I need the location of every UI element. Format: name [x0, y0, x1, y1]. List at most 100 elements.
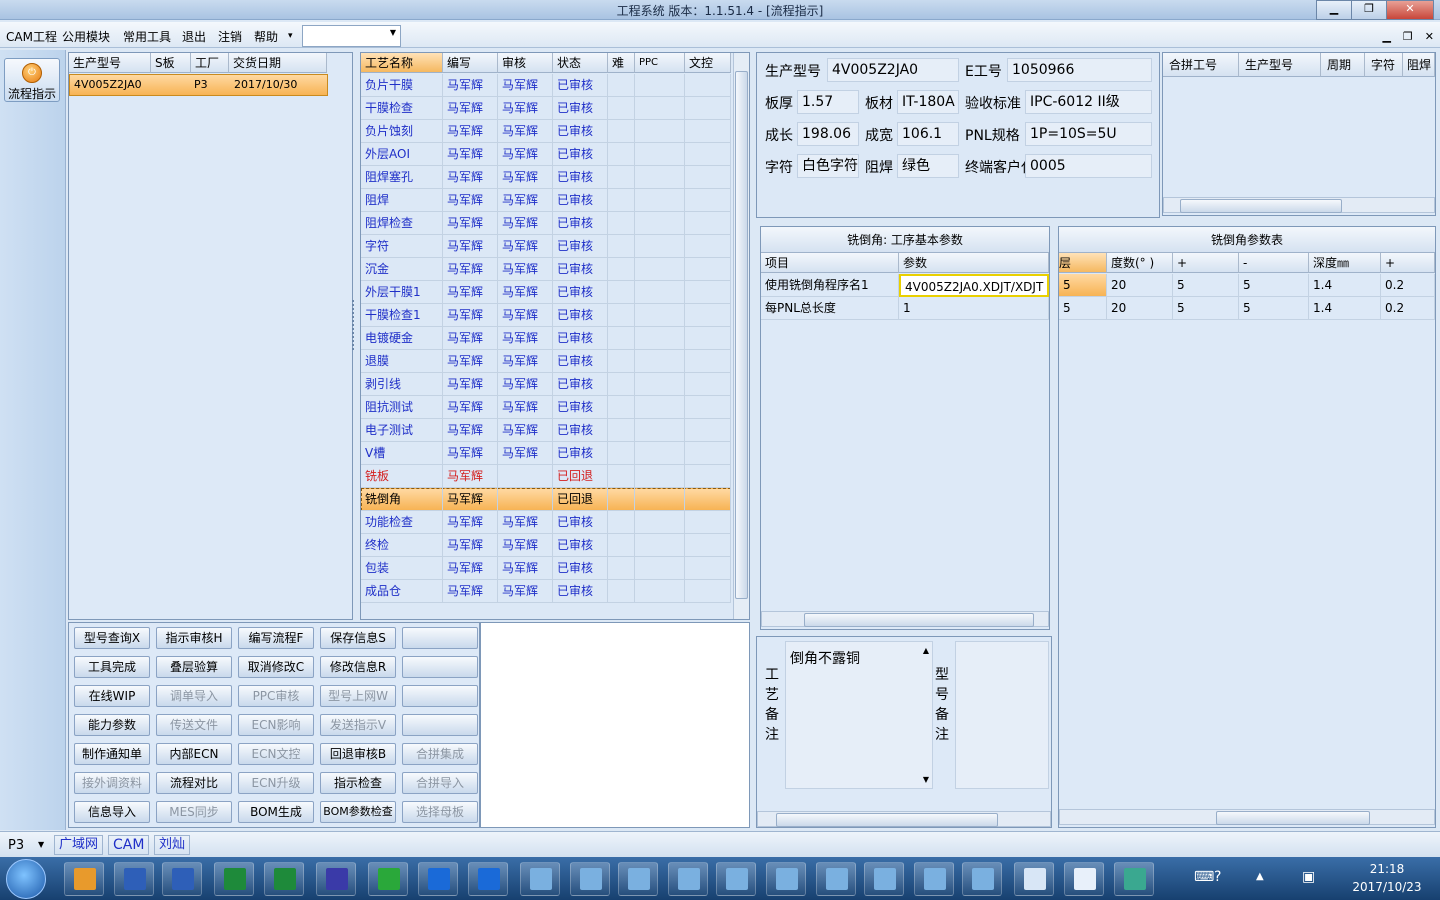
menu-help[interactable]: 帮助	[254, 28, 278, 45]
action-button[interactable]: 指示审核H	[156, 627, 232, 649]
process-cell-status[interactable]: 已审核	[553, 511, 608, 534]
action-button[interactable]: ECN文控	[238, 743, 314, 765]
process-cell-empty[interactable]	[685, 304, 731, 327]
taskbar-button[interactable]	[162, 862, 202, 896]
process-cell-empty[interactable]	[635, 189, 685, 212]
action-button[interactable]: 合拼导入	[402, 772, 478, 794]
process-col-reviewer[interactable]: 审核	[498, 53, 553, 73]
process-cell-writer[interactable]: 马军辉	[443, 580, 498, 603]
process-cell-reviewer[interactable]: 马军辉	[498, 166, 553, 189]
process-cell-empty[interactable]	[635, 511, 685, 534]
process-cell-empty[interactable]	[635, 281, 685, 304]
process-cell-empty[interactable]	[685, 120, 731, 143]
merge-col-cycle[interactable]: 周期	[1321, 53, 1365, 77]
process-cell-writer[interactable]: 马军辉	[443, 212, 498, 235]
process-cell-writer[interactable]: 马军辉	[443, 281, 498, 304]
process-cell-reviewer[interactable]: 马军辉	[498, 97, 553, 120]
process-cell-name[interactable]: 铣板	[361, 465, 443, 488]
process-cell-name[interactable]: 负片干膜	[361, 74, 443, 97]
process-cell-name[interactable]: 阻焊塞孔	[361, 166, 443, 189]
action-button[interactable]: 回退审核B	[320, 743, 396, 765]
process-cell-status[interactable]: 已审核	[553, 327, 608, 350]
angle-cell[interactable]: 0.2	[1381, 297, 1435, 320]
process-cell-empty[interactable]	[608, 488, 635, 511]
process-cell-writer[interactable]: 马军辉	[443, 396, 498, 419]
process-cell-empty[interactable]	[608, 350, 635, 373]
order-row[interactable]: 4V005Z2JA0 P3 2017/10/30	[69, 74, 328, 96]
params-hscroll-thumb[interactable]	[804, 613, 1034, 627]
process-cell-empty[interactable]	[635, 143, 685, 166]
action-button[interactable]: BOM参数检查	[320, 801, 396, 823]
angle-cell[interactable]: 5	[1173, 297, 1239, 320]
menu-logout[interactable]: 注销	[218, 28, 242, 45]
angle-cell[interactable]: 20	[1107, 274, 1173, 297]
process-remark-box[interactable]: 倒角不露铜 ▲ ▼	[785, 641, 933, 789]
action-button[interactable]: 叠层验算	[156, 656, 232, 678]
process-cell-writer[interactable]: 马军辉	[443, 235, 498, 258]
process-cell-empty[interactable]	[608, 166, 635, 189]
process-cell-reviewer[interactable]: 马军辉	[498, 557, 553, 580]
taskbar-button[interactable]	[368, 862, 408, 896]
menu-cam[interactable]: CAM工程	[6, 28, 57, 45]
action-button[interactable]: 流程对比	[156, 772, 232, 794]
process-cell-empty[interactable]	[685, 235, 731, 258]
merge-col-char[interactable]: 字符	[1365, 53, 1403, 77]
action-button[interactable]: ECN影响	[238, 714, 314, 736]
notes-hscroll-thumb[interactable]	[776, 813, 998, 827]
process-cell-reviewer[interactable]: 马军辉	[498, 580, 553, 603]
process-cell-reviewer[interactable]: 马军辉	[498, 304, 553, 327]
process-cell-status[interactable]: 已审核	[553, 373, 608, 396]
process-cell-empty[interactable]	[685, 143, 731, 166]
process-cell-name[interactable]: 铣倒角	[361, 488, 443, 511]
taskbar-button[interactable]	[214, 862, 254, 896]
process-cell-writer[interactable]: 马军辉	[443, 120, 498, 143]
process-cell-empty[interactable]	[608, 212, 635, 235]
process-cell-empty[interactable]	[608, 442, 635, 465]
process-cell-reviewer[interactable]: 马军辉	[498, 327, 553, 350]
angle-cell[interactable]: 1.4	[1309, 274, 1381, 297]
process-cell-empty[interactable]	[685, 465, 731, 488]
taskbar-button[interactable]	[668, 862, 708, 896]
process-vscroll-thumb[interactable]	[735, 71, 748, 599]
scroll-down-icon[interactable]: ▼	[923, 775, 929, 784]
process-cell-empty[interactable]	[635, 166, 685, 189]
angle-cell[interactable]: 5	[1059, 297, 1107, 320]
model-remark-box[interactable]	[955, 641, 1049, 789]
process-cell-status[interactable]: 已审核	[553, 258, 608, 281]
scroll-up-icon[interactable]: ▲	[923, 646, 929, 655]
process-cell-empty[interactable]	[685, 557, 731, 580]
process-cell-empty[interactable]	[685, 580, 731, 603]
action-button[interactable]: 保存信息S	[320, 627, 396, 649]
process-cell-empty[interactable]	[685, 511, 731, 534]
process-cell-empty[interactable]	[635, 120, 685, 143]
process-cell-empty[interactable]	[635, 74, 685, 97]
process-cell-empty[interactable]	[635, 419, 685, 442]
process-cell-empty[interactable]	[635, 258, 685, 281]
clock-time[interactable]: 21:18	[1354, 862, 1420, 876]
taskbar-button[interactable]	[316, 862, 356, 896]
chevron-down-icon[interactable]: ▼	[38, 840, 44, 849]
process-cell-empty[interactable]	[608, 534, 635, 557]
taskbar-button[interactable]	[816, 862, 856, 896]
angle-col-layer[interactable]: 层	[1059, 253, 1107, 273]
process-cell-reviewer[interactable]: 马军辉	[498, 442, 553, 465]
action-button[interactable]: 传送文件	[156, 714, 232, 736]
process-cell-empty[interactable]	[635, 488, 685, 511]
taskbar-button[interactable]	[418, 862, 458, 896]
chevron-down-icon[interactable]: ▼	[390, 28, 396, 37]
windows-start-icon[interactable]	[6, 859, 46, 899]
process-cell-reviewer[interactable]: 马军辉	[498, 74, 553, 97]
process-cell-status[interactable]: 已审核	[553, 189, 608, 212]
process-cell-writer[interactable]: 马军辉	[443, 327, 498, 350]
process-cell-empty[interactable]	[608, 396, 635, 419]
process-cell-status[interactable]: 已审核	[553, 120, 608, 143]
process-cell-name[interactable]: 干膜检查1	[361, 304, 443, 327]
process-cell-reviewer[interactable]: 马军辉	[498, 235, 553, 258]
process-cell-empty[interactable]	[635, 557, 685, 580]
process-col-difficulty[interactable]: 难	[608, 53, 635, 73]
process-cell-writer[interactable]: 马军辉	[443, 442, 498, 465]
process-cell-empty[interactable]	[685, 189, 731, 212]
process-cell-status[interactable]: 已审核	[553, 97, 608, 120]
order-col-model[interactable]: 生产型号	[69, 53, 151, 73]
process-cell-writer[interactable]: 马军辉	[443, 488, 498, 511]
